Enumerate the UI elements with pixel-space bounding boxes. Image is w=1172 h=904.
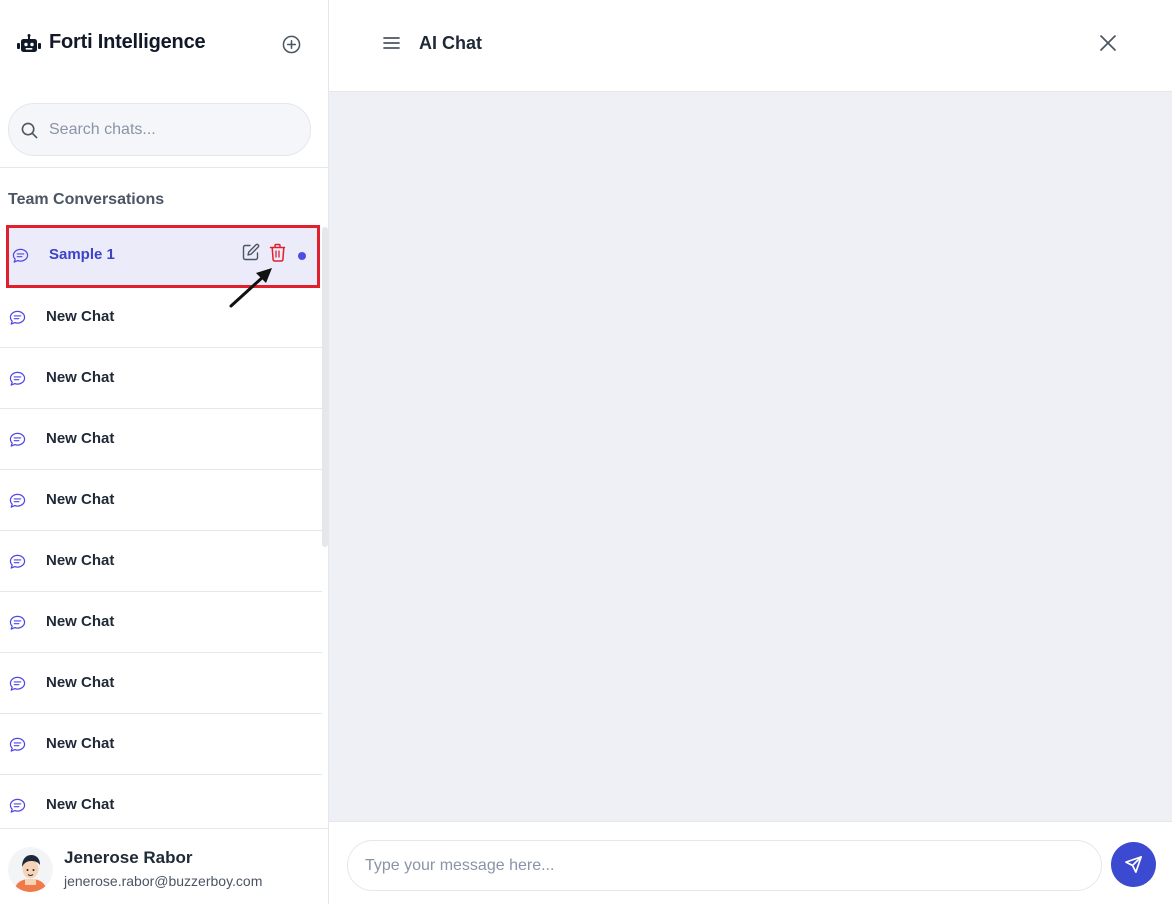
user-email: jenerose.rabor@buzzerboy.com [64, 873, 263, 889]
app-title: Forti Intelligence [49, 31, 206, 53]
chat-header: AI Chat [329, 0, 1172, 92]
message-composer [329, 821, 1172, 904]
chat-item[interactable]: New Chat [0, 409, 322, 470]
chat-label: New Chat [46, 308, 115, 325]
search-box [8, 103, 311, 156]
message-area [329, 92, 1172, 821]
plus-circle-icon[interactable] [282, 35, 301, 54]
message-input[interactable] [347, 840, 1102, 891]
hamburger-icon[interactable] [383, 36, 400, 50]
chat-label: New Chat [46, 552, 115, 569]
trash-icon[interactable] [269, 243, 286, 262]
chat-bubble-icon [9, 554, 26, 569]
chat-bubble-icon [12, 248, 29, 263]
chat-bubble-icon [9, 676, 26, 691]
chat-label: New Chat [46, 491, 115, 508]
search-icon [21, 122, 38, 139]
brand-header: Forti Intelligence [0, 0, 328, 88]
chat-panel: AI Chat [329, 0, 1172, 904]
user-name: Jenerose Rabor [64, 848, 193, 867]
chat-item[interactable]: New Chat [0, 348, 322, 409]
send-icon [1125, 856, 1142, 873]
chat-list: Sample 1 New Chat New Chat New Chat New … [0, 225, 328, 828]
chat-item[interactable]: New Chat [0, 775, 322, 828]
chat-bubble-icon [9, 432, 26, 447]
chat-label: New Chat [46, 735, 115, 752]
chat-bubble-icon [9, 310, 26, 325]
chat-item-active[interactable]: Sample 1 [6, 225, 320, 288]
chat-item[interactable]: New Chat [0, 287, 322, 348]
chat-bubble-icon [9, 615, 26, 630]
close-icon[interactable] [1100, 35, 1116, 51]
edit-icon[interactable] [242, 243, 260, 261]
user-profile[interactable]: Jenerose Rabor jenerose.rabor@buzzerboy.… [0, 828, 328, 904]
chat-item[interactable]: New Chat [0, 470, 322, 531]
chat-item[interactable]: New Chat [0, 714, 322, 775]
chat-bubble-icon [9, 493, 26, 508]
chat-label: New Chat [46, 613, 115, 630]
chat-bubble-icon [9, 798, 26, 813]
avatar [8, 847, 53, 892]
chat-item[interactable]: New Chat [0, 592, 322, 653]
section-title: Team Conversations [8, 191, 165, 208]
page-title: AI Chat [419, 33, 482, 53]
chat-label: New Chat [46, 674, 115, 691]
search-input[interactable] [49, 118, 299, 142]
chat-bubble-icon [9, 371, 26, 386]
divider [0, 167, 328, 168]
app-window: Forti Intelligence Team Conversations [0, 0, 1172, 904]
chat-label: New Chat [46, 369, 115, 386]
chat-item[interactable]: New Chat [0, 653, 322, 714]
chat-label: New Chat [46, 430, 115, 447]
chat-list-scrollbar[interactable] [322, 227, 328, 547]
chat-label: Sample 1 [49, 246, 115, 263]
chat-item[interactable]: New Chat [0, 531, 322, 592]
robot-icon [17, 34, 41, 52]
chat-bubble-icon [9, 737, 26, 752]
chat-label: New Chat [46, 796, 115, 813]
sidebar: Forti Intelligence Team Conversations [0, 0, 329, 904]
send-button[interactable] [1111, 842, 1156, 887]
unread-dot [298, 252, 306, 260]
